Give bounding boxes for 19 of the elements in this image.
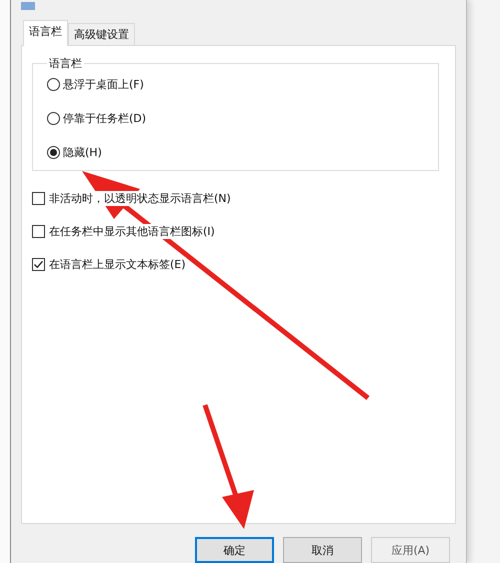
dialog-button[interactable]: 取消 xyxy=(283,537,362,563)
radio-button[interactable] xyxy=(47,78,60,92)
radio-button[interactable] xyxy=(47,112,60,126)
dialog-button[interactable]: 确定 xyxy=(195,537,274,563)
window-icon xyxy=(21,2,35,10)
checkbox[interactable] xyxy=(32,225,45,238)
checkbox[interactable] xyxy=(32,192,45,206)
tab[interactable]: 语言栏 xyxy=(23,20,68,46)
tab[interactable]: 高级键设置 xyxy=(68,22,135,45)
radio-label: 悬浮于桌面上(F) xyxy=(63,77,144,92)
radio-label: 隐藏(H) xyxy=(63,145,102,160)
checkbox-label: 在任务栏中显示其他语言栏图标(I) xyxy=(49,224,215,240)
group-title: 语言栏 xyxy=(48,56,83,71)
radio-button[interactable] xyxy=(47,146,60,160)
checkbox-label: 非活动时，以透明状态显示语言栏(N) xyxy=(49,191,231,206)
checkbox-label: 在语言栏上显示文本标签(E) xyxy=(49,257,186,272)
checkbox[interactable] xyxy=(32,258,45,272)
radio-label: 停靠于任务栏(D) xyxy=(63,111,146,126)
dialog-button[interactable]: 应用(A) xyxy=(371,537,450,563)
